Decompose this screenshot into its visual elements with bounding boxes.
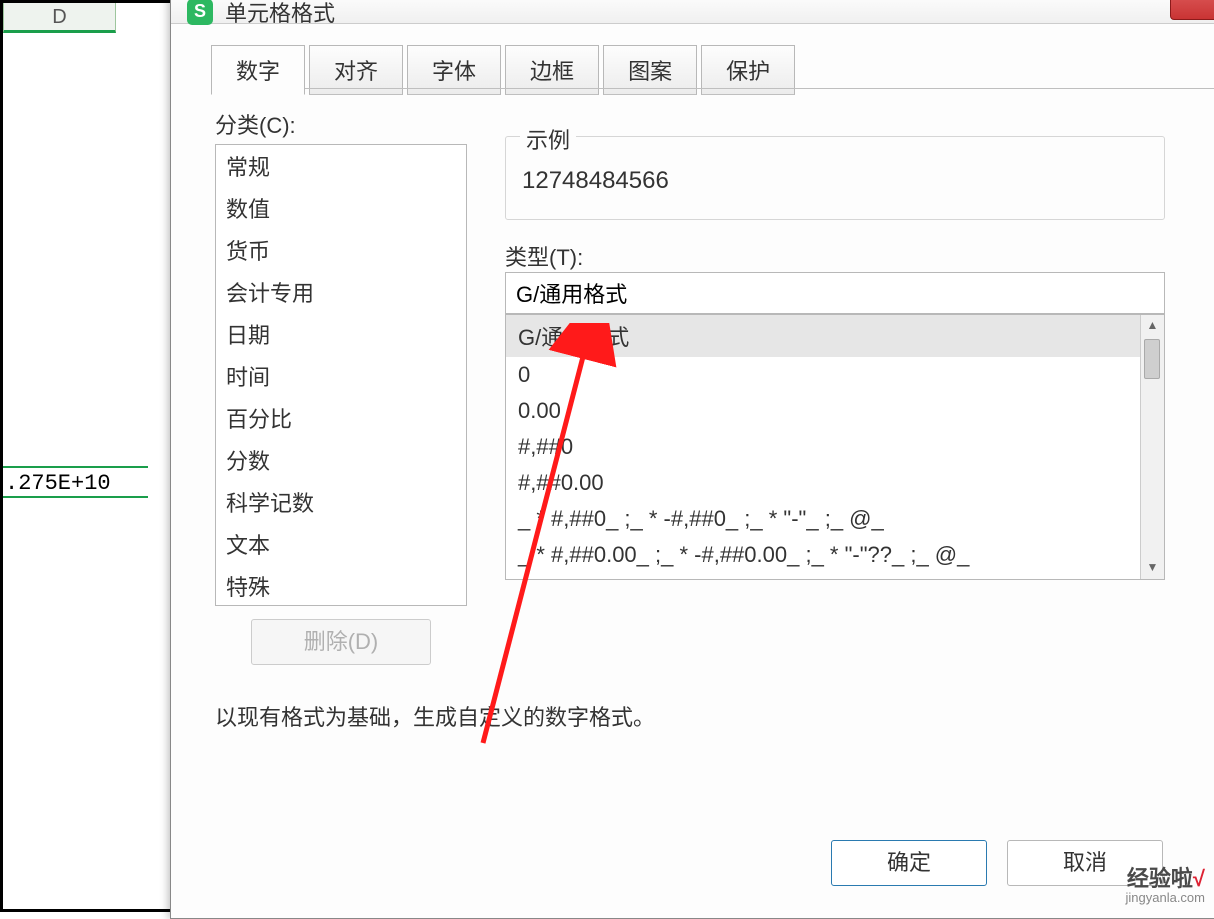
type-input[interactable] [505, 272, 1165, 314]
category-item-text[interactable]: 文本 [216, 523, 466, 565]
category-item-accounting[interactable]: 会计专用 [216, 271, 466, 313]
category-item-date[interactable]: 日期 [216, 313, 466, 355]
type-item[interactable]: _ * #,##0.00_ ;_ * -#,##0.00_ ;_ * "-"??… [506, 537, 1140, 573]
watermark: 经验啦√ jingyanla.com [1126, 867, 1206, 905]
spreadsheet-background: D .275E+10 [3, 3, 173, 909]
ok-button[interactable]: 确定 [831, 840, 987, 886]
column-header-d[interactable]: D [3, 3, 116, 33]
cell-format-dialog: S 单元格格式 数字 对齐 字体 边框 图案 保护 分类(C): 常规 数值 货… [170, 0, 1214, 919]
scroll-up-icon[interactable]: ▲ [1141, 315, 1164, 337]
type-list[interactable]: G/通用格式 0 0.00 #,##0 #,##0.00 _ * #,##0_ … [505, 314, 1165, 580]
description-text: 以现有格式为基础，生成自定义的数字格式。 [215, 700, 655, 732]
scroll-thumb[interactable] [1144, 339, 1160, 379]
category-item-general[interactable]: 常规 [216, 145, 466, 187]
category-item-scientific[interactable]: 科学记数 [216, 481, 466, 523]
category-list[interactable]: 常规 数值 货币 会计专用 日期 时间 百分比 分数 科学记数 文本 特殊 自定… [215, 144, 467, 606]
type-item[interactable]: #,##0.00 [506, 465, 1140, 501]
app-icon: S [187, 0, 213, 25]
category-item-time[interactable]: 时间 [216, 355, 466, 397]
watermark-url: jingyanla.com [1126, 891, 1206, 905]
close-button[interactable] [1170, 0, 1214, 20]
category-item-special[interactable]: 特殊 [216, 565, 466, 606]
type-scrollbar[interactable]: ▲ ▼ [1140, 315, 1164, 579]
type-item[interactable]: 0 [506, 357, 1140, 393]
type-item[interactable]: _ * #,##0_ ;_ * -#,##0_ ;_ * "-"_ ;_ @_ [506, 501, 1140, 537]
tab-number[interactable]: 数字 [211, 45, 305, 95]
tab-underline [211, 88, 1214, 89]
type-list-inner: G/通用格式 0 0.00 #,##0 #,##0.00 _ * #,##0_ … [506, 315, 1140, 579]
category-item-fraction[interactable]: 分数 [216, 439, 466, 481]
category-item-percentage[interactable]: 百分比 [216, 397, 466, 439]
watermark-text: 经验啦√ [1126, 867, 1206, 891]
type-item[interactable]: G/通用格式 [506, 315, 1140, 357]
category-label: 分类(C): [215, 108, 296, 140]
category-item-number[interactable]: 数值 [216, 187, 466, 229]
delete-button: 删除(D) [251, 619, 431, 665]
tab-bar: 数字 对齐 字体 边框 图案 保护 [211, 44, 799, 94]
category-item-currency[interactable]: 货币 [216, 229, 466, 271]
type-item[interactable]: 0.00 [506, 393, 1140, 429]
type-label: 类型(T): [505, 240, 583, 272]
type-item[interactable]: #,##0 [506, 429, 1140, 465]
scroll-down-icon[interactable]: ▼ [1141, 557, 1164, 579]
example-label: 示例 [520, 123, 576, 155]
example-box: 示例 12748484566 [505, 136, 1165, 220]
example-value: 12748484566 [522, 167, 669, 195]
selected-cell[interactable]: .275E+10 [3, 466, 148, 498]
dialog-titlebar: S 单元格格式 [171, 0, 1214, 24]
dialog-title: 单元格格式 [225, 0, 335, 28]
